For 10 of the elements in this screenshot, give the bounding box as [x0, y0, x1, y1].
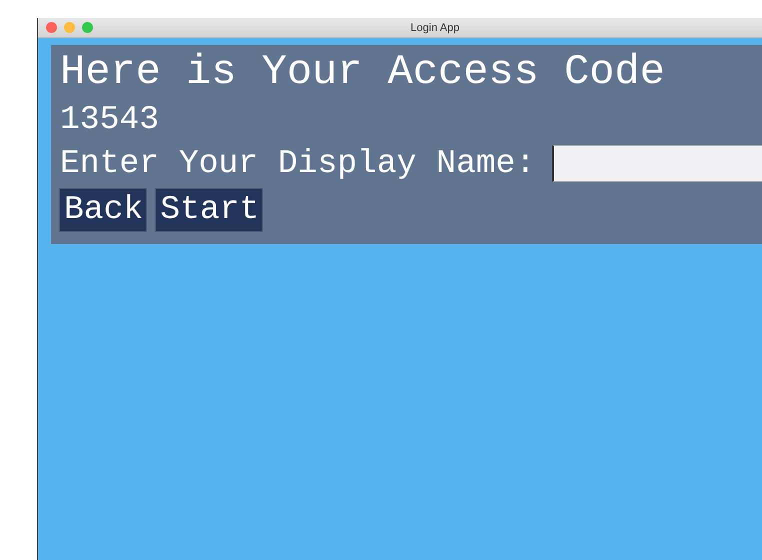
display-name-label: Enter Your Display Name: [60, 145, 536, 182]
start-button[interactable]: Start [155, 188, 264, 232]
input-field[interactable] [552, 145, 762, 182]
zoom-icon[interactable] [82, 22, 93, 33]
minimize-icon[interactable] [64, 22, 75, 33]
access-code: 13543 [60, 101, 160, 139]
heading: Here is Your Access Code [60, 49, 665, 95]
close-icon[interactable] [46, 22, 57, 33]
window-title: Login App [410, 22, 460, 34]
back-button[interactable]: Back [59, 188, 148, 232]
